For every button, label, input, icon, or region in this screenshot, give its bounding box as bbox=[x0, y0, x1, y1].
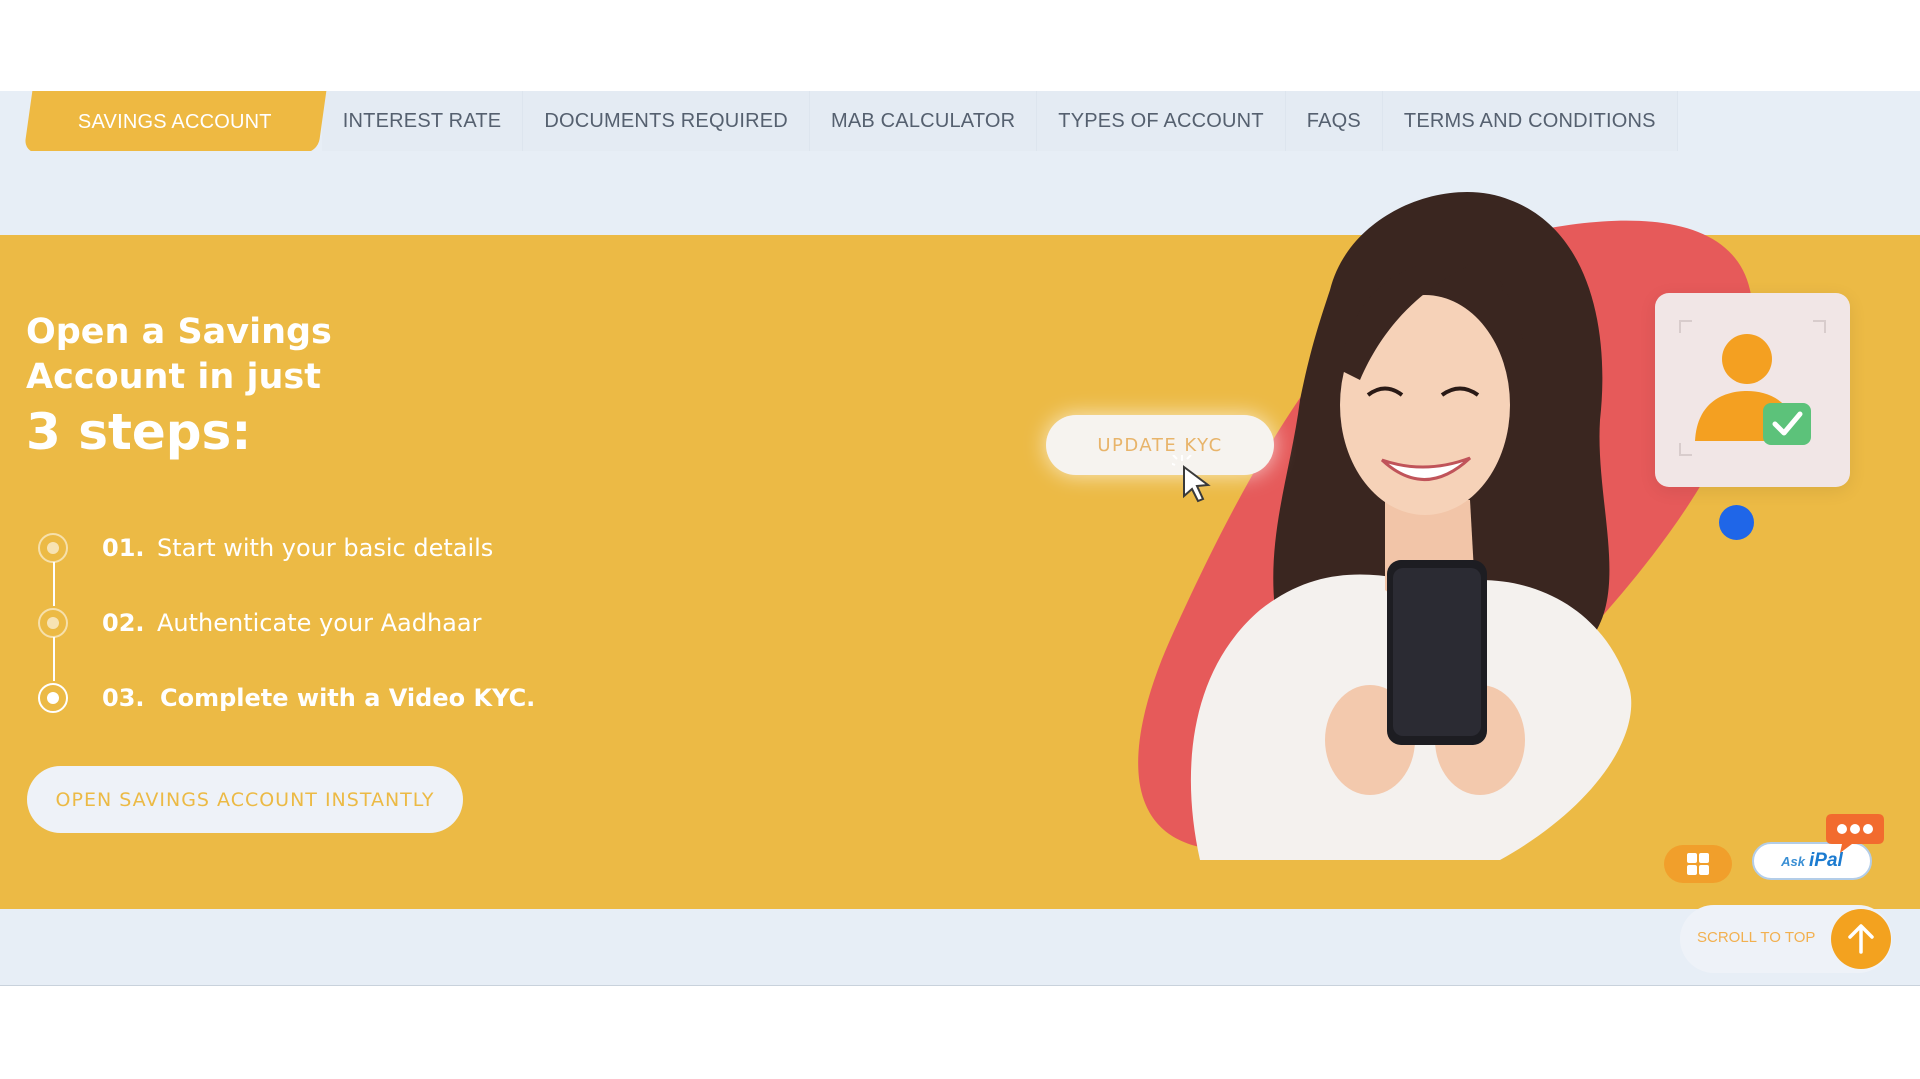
step-text: Complete with a Video KYC. bbox=[160, 683, 536, 712]
step-number: 01. bbox=[102, 533, 145, 562]
tab-documents-required[interactable]: DOCUMENTS REQUIRED bbox=[523, 91, 810, 151]
apps-menu-button[interactable] bbox=[1664, 845, 1732, 883]
hero-illustration bbox=[1138, 192, 1755, 860]
step-item-current: 03. Complete with a Video KYC. bbox=[38, 660, 598, 735]
decorative-blue-dot bbox=[1719, 505, 1754, 540]
step-number: 03. bbox=[102, 683, 145, 712]
tab-label: TERMS AND CONDITIONS bbox=[1403, 109, 1656, 132]
step-number: 02. bbox=[102, 608, 145, 637]
hero-bottom-band bbox=[0, 909, 1920, 986]
step-item: 02. Authenticate your Aadhaar bbox=[38, 585, 598, 660]
tab-label: DOCUMENTS REQUIRED bbox=[544, 109, 788, 132]
tab-label: SAVINGS ACCOUNT bbox=[78, 110, 272, 133]
chat-bubble-icon bbox=[1826, 814, 1884, 853]
cursor-click-icon bbox=[1172, 455, 1211, 503]
open-savings-account-button[interactable]: OPEN SAVINGS ACCOUNT INSTANTLY bbox=[27, 766, 463, 833]
step-marker-icon bbox=[38, 682, 68, 713]
tab-label: FAQS bbox=[1306, 109, 1361, 132]
profile-verified-icon bbox=[1679, 320, 1826, 456]
step-text: Authenticate your Aadhaar bbox=[157, 608, 482, 637]
step-text: Start with your basic details bbox=[157, 533, 494, 562]
grid-apps-icon bbox=[1687, 853, 1709, 875]
tab-label: MAB CALCULATOR bbox=[830, 109, 1016, 132]
scroll-to-top-circle bbox=[1831, 909, 1891, 969]
step-marker-icon bbox=[38, 532, 68, 563]
update-kyc-button[interactable]: UPDATE KYC bbox=[1046, 415, 1274, 475]
tab-label: TYPES OF ACCOUNT bbox=[1058, 109, 1264, 132]
hero-title: Open a Savings Account in just 3 steps: bbox=[26, 310, 332, 462]
tab-faqs[interactable]: FAQS bbox=[1285, 91, 1383, 151]
tab-label: INTEREST RATE bbox=[342, 109, 502, 132]
hero-title-line-2: Account in just bbox=[26, 357, 321, 397]
scroll-to-top-label: SCROLL TO TOP bbox=[1697, 929, 1816, 946]
hero-title-line-1: Open a Savings bbox=[26, 312, 332, 352]
tab-types-of-account[interactable]: TYPES OF ACCOUNT bbox=[1037, 91, 1286, 151]
section-nav-bar: SAVINGS ACCOUNT INTEREST RATE DOCUMENTS … bbox=[0, 91, 1920, 153]
profile-verified-card bbox=[1655, 293, 1850, 487]
askipal-ask-label: Ask bbox=[1781, 853, 1806, 869]
hero-title-line-3: 3 steps: bbox=[26, 403, 252, 461]
scroll-to-top-button[interactable]: SCROLL TO TOP bbox=[1680, 905, 1892, 973]
tab-terms-and-conditions[interactable]: TERMS AND CONDITIONS bbox=[1382, 91, 1678, 151]
page: SAVINGS ACCOUNT INTEREST RATE DOCUMENTS … bbox=[0, 0, 1920, 1079]
steps-list: 01. Start with your basic details 02. Au… bbox=[38, 510, 598, 735]
arrow-up-icon bbox=[1848, 924, 1874, 954]
tab-mab-calculator[interactable]: MAB CALCULATOR bbox=[809, 91, 1038, 151]
tab-interest-rate[interactable]: INTEREST RATE bbox=[321, 91, 524, 151]
tab-savings-account[interactable]: SAVINGS ACCOUNT bbox=[23, 91, 327, 153]
section-tabs: SAVINGS ACCOUNT INTEREST RATE DOCUMENTS … bbox=[23, 91, 1678, 153]
step-marker-icon bbox=[38, 607, 68, 638]
step-item: 01. Start with your basic details bbox=[38, 510, 598, 585]
